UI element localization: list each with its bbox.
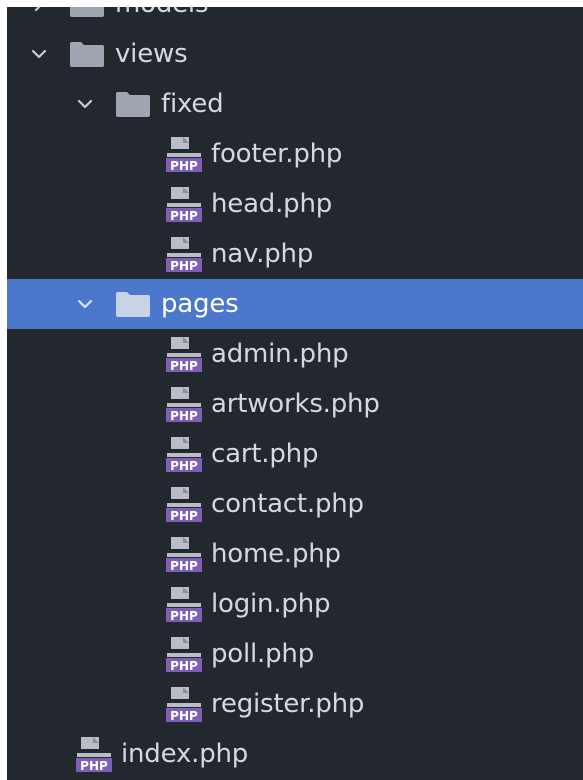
php-file-icon: PHP [165,185,203,223]
tree-item-views[interactable]: views [7,29,583,79]
tree-item-home-php[interactable]: PHP home.php [7,529,583,579]
php-file-icon: PHP [75,735,113,773]
tree-item-label: contact.php [211,489,364,519]
tree-item-head-php[interactable]: PHP head.php [7,179,583,229]
tree-item-label: poll.php [211,639,315,669]
tree-item-poll-php[interactable]: PHP poll.php [7,629,583,679]
tree-item-label: cart.php [211,439,319,469]
tree-item-label: head.php [211,189,333,219]
php-file-icon: PHP [165,435,203,473]
php-file-icon: PHP [165,635,203,673]
tree-item-label: index.php [121,739,249,769]
svg-text:PHP: PHP [170,359,198,373]
php-file-icon: PHP [165,135,203,173]
php-file-icon: PHP [165,485,203,523]
svg-text:PHP: PHP [170,259,198,273]
tree-item-contact-php[interactable]: PHP contact.php [7,479,583,529]
tree-item-admin-php[interactable]: PHP admin.php [7,329,583,379]
svg-text:PHP: PHP [170,709,198,723]
tree-item-label: pages [161,289,239,319]
tree-item-fixed[interactable]: fixed [7,79,583,129]
svg-text:PHP: PHP [170,159,198,173]
folder-icon [115,90,151,118]
tree-item-label: nav.php [211,239,314,269]
tree-item-login-php[interactable]: PHP login.php [7,579,583,629]
php-file-icon: PHP [165,585,203,623]
tree-item-label: artworks.php [211,389,380,419]
folder-icon [69,40,105,68]
tree-item-nav-php[interactable]: PHP nav.php [7,229,583,279]
svg-text:PHP: PHP [170,509,198,523]
php-file-icon: PHP [165,685,203,723]
tree-item-index-php[interactable]: PHP index.php [7,729,583,779]
chevron-down-icon[interactable] [75,94,95,114]
svg-text:PHP: PHP [170,209,198,223]
tree-item-pages[interactable]: pages [7,279,583,329]
chevron-down-icon[interactable] [29,44,49,64]
tree-item-label: home.php [211,539,341,569]
project-file-tree: models views fixed PHP footer.php PHP he… [7,7,583,780]
tree-item-label: models [115,7,209,19]
php-file-icon: PHP [165,335,203,373]
tree-item-artworks-php[interactable]: PHP artworks.php [7,379,583,429]
svg-text:PHP: PHP [170,559,198,573]
php-file-icon: PHP [165,235,203,273]
tree-item-label: register.php [211,689,365,719]
php-file-icon: PHP [165,385,203,423]
tree-item-register-php[interactable]: PHP register.php [7,679,583,729]
tree-item-cart-php[interactable]: PHP cart.php [7,429,583,479]
svg-text:PHP: PHP [170,409,198,423]
tree-item-label: footer.php [211,139,343,169]
folder-icon [69,7,105,18]
tree-item-models[interactable]: models [7,7,583,29]
svg-text:PHP: PHP [80,759,108,773]
tree-item-label: admin.php [211,339,349,369]
tree-item-label: views [115,39,188,69]
chevron-right-icon[interactable] [29,7,49,14]
svg-text:PHP: PHP [170,459,198,473]
tree-item-footer-php[interactable]: PHP footer.php [7,129,583,179]
chevron-down-icon[interactable] [75,294,95,314]
svg-text:PHP: PHP [170,609,198,623]
tree-item-label: login.php [211,589,331,619]
folder-icon [115,290,151,318]
tree-item-label: fixed [161,89,224,119]
php-file-icon: PHP [165,535,203,573]
svg-text:PHP: PHP [170,659,198,673]
